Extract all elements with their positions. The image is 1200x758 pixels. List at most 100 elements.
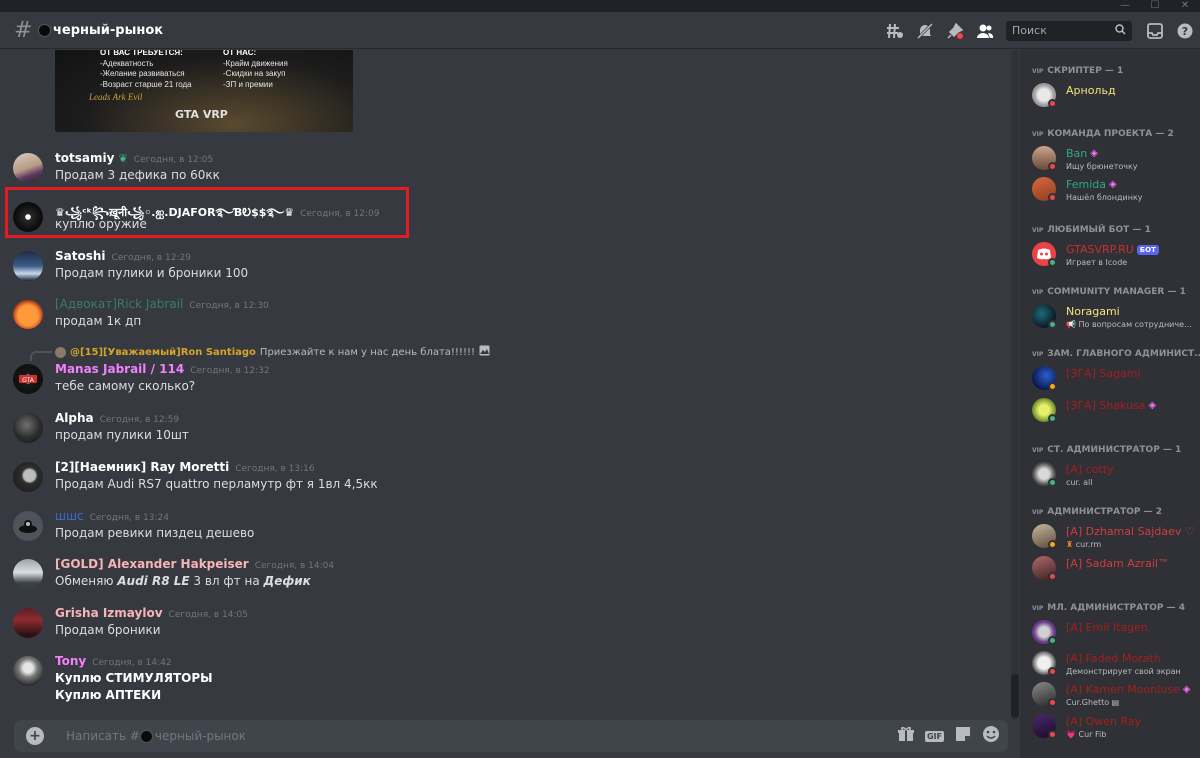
message-item[interactable]: Grisha Izmaylov Сегодня, в 14:05 Продам б… [0, 606, 1000, 652]
boost-gem-icon: ◈ [1090, 148, 1098, 159]
emoji-icon[interactable] [982, 725, 1000, 747]
message-list[interactable]: ОТ ВАС ТРЕБУЕТСЯ: -Адекватность -Желание… [0, 50, 1020, 720]
timestamp: Сегодня, в 13:24 [89, 513, 169, 523]
vip-badge: VIP [1032, 604, 1044, 612]
member-name: GTASVRP.RU БОТ [1066, 243, 1159, 256]
member-item[interactable]: [ЗГА] Shakusa ◈ [1032, 397, 1200, 427]
member-name: [A] Kamen Moonluse ◈ [1066, 683, 1190, 696]
author-name[interactable]: [Адвокат]Rick Jabrail [55, 297, 183, 311]
message-composer[interactable]: + Написать # черный-рынок GIF [14, 720, 1008, 752]
member-item[interactable]: [A] cotty cur. all [1032, 461, 1200, 491]
member-item[interactable]: Femida ◈ Нашёл блондинку [1032, 176, 1200, 206]
embed-image[interactable]: ОТ ВАС ТРЕБУЕТСЯ: -Адекватность -Желание… [55, 50, 353, 132]
status-dnd-icon [1048, 99, 1057, 108]
chat-scrollbar[interactable] [1011, 50, 1019, 720]
member-item[interactable]: [A] Owen Ray 💗 Cur Fib [1032, 713, 1200, 743]
member-item[interactable]: Noragami 📢 По вопросам сотрудниче... [1032, 303, 1200, 333]
member-list-icon[interactable] [970, 12, 1000, 49]
close-window-button[interactable]: ✕ [1178, 1, 1192, 11]
message-text: продам 1к дп [55, 314, 142, 328]
avatar[interactable] [13, 511, 43, 541]
role-category-label: АДМИНИСТРАТОР — 2 [1047, 507, 1163, 517]
threads-icon[interactable] [880, 12, 910, 49]
message-text-part: 3 вл фт на [189, 574, 264, 588]
inbox-icon[interactable] [1140, 12, 1170, 49]
reply-preview[interactable]: @[15][Уважаемый]Ron Santiago Приезжайте … [55, 345, 490, 359]
author-name[interactable]: Satoshi [55, 249, 106, 263]
member-item[interactable]: Арнольд [1032, 82, 1200, 112]
search-input[interactable]: Поиск [1006, 20, 1132, 41]
composer-placeholder-channel: черный-рынок [154, 729, 246, 743]
member-name-text: GTASVRP.RU [1066, 243, 1134, 256]
member-status-text: Нашёл блондинку [1066, 193, 1143, 202]
avatar[interactable]: GTA [13, 364, 43, 394]
author-name[interactable]: Alpha [55, 411, 94, 425]
role-category-label: СТ. АДМИНИСТРАТОР — 1 [1047, 445, 1182, 455]
member-name-text: [A] Sadam Azrail™ [1066, 557, 1169, 570]
embed-right-line: -Скидки на закуп [223, 69, 286, 78]
author-name[interactable]: шшс [55, 509, 84, 523]
member-item[interactable]: GTASVRP.RU БОТ Играет в Icode [1032, 241, 1200, 271]
add-attachment-button[interactable]: + [26, 727, 44, 745]
reply-author[interactable]: @[15][Уважаемый]Ron Santiago [70, 347, 256, 358]
author-name[interactable]: Tony [55, 654, 86, 668]
gift-icon[interactable] [897, 725, 915, 747]
author-name[interactable]: [2][Наемник] Ray Moretti [55, 460, 229, 474]
sticker-icon[interactable] [954, 725, 972, 747]
message-item[interactable]: Satoshi Сегодня, в 12:29 Продам пулики и … [0, 249, 1000, 295]
message-text: Продам броники [55, 623, 161, 637]
discord-window: — ☐ ✕ # черный-рынок Поиск ? ОТ ВАС ТРЕБ… [0, 0, 1200, 758]
message-item[interactable]: [Адвокат]Rick Jabrail Сегодня, в 12:30 пр… [0, 297, 1000, 343]
member-item[interactable]: [A] Emil Itagen [1032, 619, 1200, 649]
avatar[interactable] [13, 462, 43, 492]
member-item[interactable]: Ban ◈ Ищу брюнеточку [1032, 145, 1200, 175]
channel-emoji-icon [38, 23, 51, 37]
notifications-muted-icon[interactable] [910, 12, 940, 49]
message-item[interactable]: Alpha Сегодня, в 12:59 продам пулики 10шт [0, 411, 1000, 457]
author-name[interactable]: totsamiy [55, 151, 114, 165]
message-item[interactable]: шшс Сегодня, в 13:24 Продам ревики пиздец… [0, 509, 1000, 555]
pinned-messages-icon[interactable] [940, 12, 970, 49]
message-item[interactable]: Tony Сегодня, в 14:42 Куплю СТИМУЛЯТОРЫ К… [0, 654, 1000, 714]
member-item[interactable]: [A] Faded Morath Демонстрирует свой экран [1032, 650, 1200, 680]
avatar[interactable] [13, 656, 43, 686]
member-item[interactable]: [A] Kamen Moonluse ◈ Cur.Ghetto ▤ [1032, 681, 1200, 711]
boost-gem-icon: ◈ [1182, 684, 1191, 695]
minimize-button[interactable]: — [1118, 1, 1132, 11]
status-online-icon [1048, 478, 1057, 487]
search-placeholder: Поиск [1012, 24, 1047, 37]
author-name[interactable]: [GOLD] Alexander Hakpeiser [55, 557, 249, 571]
member-item[interactable]: [A] Dzhamal Sajdaev ♡ ♜ cur.rm [1032, 523, 1200, 553]
member-item[interactable]: [A] Sadam Azrail™ [1032, 555, 1200, 585]
reply-avatar [55, 346, 66, 358]
timestamp: Сегодня, в 14:42 [92, 658, 172, 668]
author-name[interactable]: Grisha Izmaylov [55, 606, 163, 620]
vip-badge: VIP [1032, 446, 1044, 454]
boost-gem-icon: ◈ [1109, 179, 1117, 190]
avatar[interactable] [13, 251, 43, 281]
message-input[interactable]: Написать # черный-рынок [66, 729, 246, 743]
avatar[interactable] [13, 608, 43, 638]
scrollbar-thumb[interactable] [1011, 674, 1019, 718]
status-emoji-icon: ♜ [1066, 540, 1074, 549]
message-item[interactable]: [GOLD] Alexander Hakpeiser Сегодня, в 14:… [0, 557, 1000, 603]
gif-button[interactable]: GIF [924, 730, 944, 742]
avatar[interactable] [13, 413, 43, 443]
message-text-bold: Дефик [263, 574, 311, 588]
vip-badge: VIP [1032, 67, 1044, 75]
member-list[interactable]: VIP СКРИПТЕР — 1 Арнольд VIP КОМАНДА ПРОЕК… [1020, 49, 1200, 758]
member-item[interactable]: [ЗГА] Sagami [1032, 365, 1200, 395]
author-name[interactable]: Manas Jabrail / 114 [55, 362, 184, 376]
avatar[interactable] [13, 559, 43, 589]
message-item[interactable]: [2][Наемник] Ray Moretti Сегодня, в 13:16… [0, 460, 1000, 506]
help-icon[interactable]: ? [1170, 12, 1200, 49]
member-name: [A] Faded Morath [1066, 652, 1161, 665]
message-item[interactable]: @[15][Уважаемый]Ron Santiago Приезжайте … [0, 345, 1000, 408]
message-text: Продам Audi RS7 quattro перламутр фт я 1… [55, 477, 378, 491]
avatar[interactable] [13, 299, 43, 329]
role-category: VIP ЛЮБИМЫЙ БОТ — 1 [1032, 225, 1151, 235]
channel-header: # черный-рынок Поиск ? [0, 12, 1200, 49]
maximize-button[interactable]: ☐ [1148, 1, 1162, 11]
member-name: [ЗГА] Shakusa ◈ [1066, 399, 1156, 412]
avatar[interactable] [13, 153, 43, 183]
